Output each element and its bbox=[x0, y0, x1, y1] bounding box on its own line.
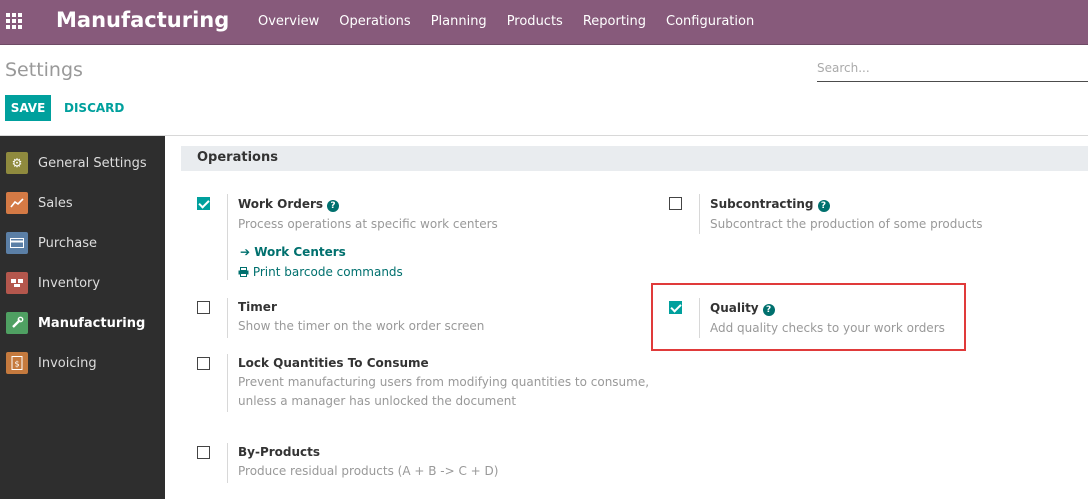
sidebar-item-label: General Settings bbox=[38, 155, 147, 171]
lock-quantities-desc-line1: Prevent manufacturing users from modifyi… bbox=[238, 375, 650, 389]
sidebar-item-general-settings[interactable]: ⚙ General Settings bbox=[0, 143, 165, 183]
menu-planning[interactable]: Planning bbox=[421, 0, 497, 45]
card-icon bbox=[6, 232, 28, 254]
wrench-icon bbox=[6, 312, 28, 334]
setting-divider bbox=[227, 194, 228, 280]
section-title: Operations bbox=[197, 150, 278, 165]
menu-overview[interactable]: Overview bbox=[248, 0, 329, 45]
svg-text:$: $ bbox=[14, 360, 19, 369]
discard-button[interactable]: DISCARD bbox=[64, 95, 124, 121]
setting-divider bbox=[227, 443, 228, 483]
sidebar-item-invoicing[interactable]: $ Invoicing bbox=[0, 343, 165, 383]
help-icon[interactable]: ? bbox=[817, 200, 830, 212]
timer-title: Timer bbox=[238, 300, 277, 314]
sidebar-item-label: Invoicing bbox=[38, 355, 97, 371]
main-menu: Overview Operations Planning Products Re… bbox=[248, 0, 764, 45]
setting-divider bbox=[227, 298, 228, 338]
sidebar-item-purchase[interactable]: Purchase bbox=[0, 223, 165, 263]
sidebar-item-manufacturing[interactable]: Manufacturing bbox=[0, 303, 165, 343]
menu-configuration[interactable]: Configuration bbox=[656, 0, 764, 45]
menu-operations[interactable]: Operations bbox=[329, 0, 420, 45]
chart-icon bbox=[6, 192, 28, 214]
save-button[interactable]: SAVE bbox=[5, 95, 51, 121]
menu-reporting[interactable]: Reporting bbox=[573, 0, 656, 45]
by-products-checkbox[interactable] bbox=[197, 446, 210, 459]
print-icon bbox=[238, 265, 253, 279]
work-orders-label: Work Orders bbox=[238, 197, 324, 211]
setting-divider bbox=[227, 354, 228, 412]
print-barcode-label: Print barcode commands bbox=[252, 265, 403, 279]
invoice-icon: $ bbox=[6, 352, 28, 374]
sidebar-item-label: Sales bbox=[38, 195, 73, 211]
section-header: Operations bbox=[181, 146, 1088, 171]
sidebar-item-sales[interactable]: Sales bbox=[0, 183, 165, 223]
quality-highlight-box bbox=[651, 283, 966, 351]
sidebar-item-label: Inventory bbox=[38, 275, 101, 291]
work-orders-checkbox[interactable] bbox=[197, 197, 210, 210]
subcontracting-checkbox[interactable] bbox=[669, 197, 682, 210]
settings-sidebar: ⚙ General Settings Sales Purchase Invent… bbox=[0, 136, 165, 499]
timer-checkbox[interactable] bbox=[197, 301, 210, 314]
subcontracting-desc: Subcontract the production of some produ… bbox=[710, 217, 983, 231]
lock-quantities-checkbox[interactable] bbox=[197, 357, 210, 370]
subcontracting-label: Subcontracting bbox=[710, 197, 814, 211]
print-barcode-link[interactable]: Print barcode commands bbox=[238, 265, 403, 279]
work-centers-label: Work Centers bbox=[254, 245, 346, 259]
boxes-icon bbox=[6, 272, 28, 294]
apps-menu-icon[interactable] bbox=[6, 13, 24, 31]
setting-divider bbox=[699, 194, 700, 234]
search-input[interactable] bbox=[817, 56, 1088, 80]
arrow-right-icon: ➔ bbox=[240, 245, 251, 259]
work-orders-title: Work Orders? bbox=[238, 197, 340, 212]
timer-desc: Show the timer on the work order screen bbox=[238, 319, 485, 333]
lock-quantities-desc-line2: unless a manager has unlocked the docume… bbox=[238, 394, 517, 408]
gear-icon: ⚙ bbox=[6, 152, 28, 174]
by-products-desc: Produce residual products (A + B -> C + … bbox=[238, 464, 499, 478]
app-name[interactable]: Manufacturing bbox=[56, 8, 229, 32]
sidebar-item-inventory[interactable]: Inventory bbox=[0, 263, 165, 303]
work-orders-desc: Process operations at specific work cent… bbox=[238, 217, 498, 231]
search-box bbox=[817, 56, 1088, 82]
by-products-title: By-Products bbox=[238, 445, 321, 459]
subcontracting-title: Subcontracting? bbox=[710, 197, 830, 212]
sidebar-item-label: Manufacturing bbox=[38, 315, 146, 331]
work-centers-link[interactable]: ➔ Work Centers bbox=[240, 245, 346, 259]
sidebar-item-label: Purchase bbox=[38, 235, 98, 251]
breadcrumb: Settings bbox=[5, 59, 83, 81]
help-icon[interactable]: ? bbox=[327, 200, 340, 212]
lock-quantities-title: Lock Quantities To Consume bbox=[238, 356, 429, 370]
top-navbar: Manufacturing Overview Operations Planni… bbox=[0, 0, 1088, 45]
menu-products[interactable]: Products bbox=[497, 0, 573, 45]
